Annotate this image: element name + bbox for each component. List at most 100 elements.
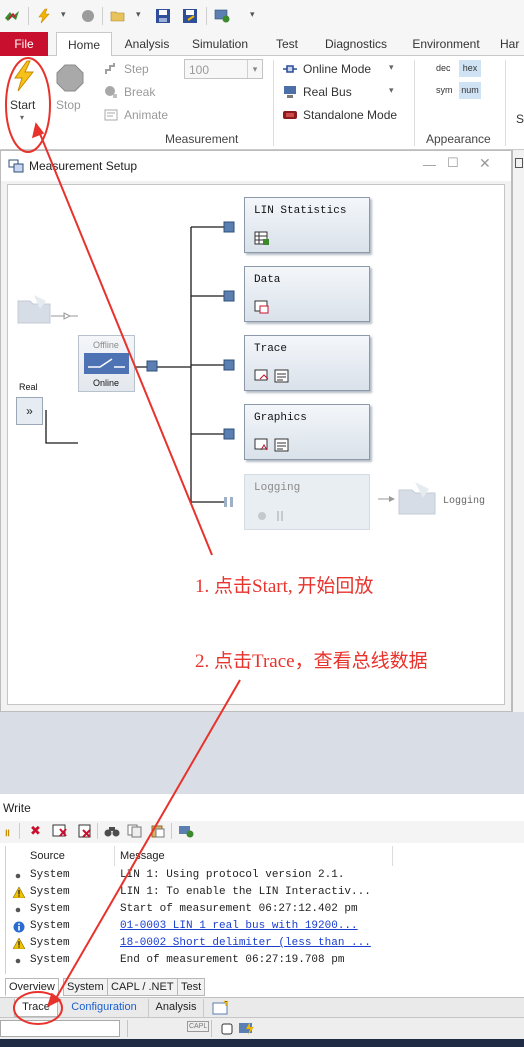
desktop-tab-configuration[interactable]: Configuration — [66, 999, 142, 1017]
tab-home[interactable]: Home — [56, 32, 112, 57]
column-header-message[interactable]: Message — [120, 850, 165, 862]
desktop-tab-trace[interactable]: Trace — [14, 999, 58, 1017]
row-source: System — [30, 920, 70, 932]
graphics-label: Graphics — [254, 412, 307, 424]
write-row[interactable]: System 18-0002 Short delimiter (less than… — [6, 936, 524, 953]
dropdown-arrow-icon[interactable]: ▾ — [136, 9, 141, 20]
real-bus-dropdown-icon[interactable]: ▾ — [389, 85, 394, 96]
write-tab-system[interactable]: System — [63, 978, 108, 996]
break-button[interactable]: Break — [124, 85, 155, 99]
status-separator — [211, 1020, 212, 1037]
data-window-icon — [254, 300, 269, 314]
trace-block[interactable]: Trace — [244, 335, 370, 391]
group-title-measurement: Measurement — [165, 132, 239, 146]
step-button[interactable]: Step — [124, 62, 149, 76]
stop-circle-icon[interactable] — [80, 8, 96, 24]
save-as-icon[interactable] — [182, 8, 198, 24]
close-icon[interactable]: ✕ — [479, 155, 491, 172]
write-message-grid: Source Message System LIN 1: Using protoc… — [5, 846, 524, 974]
configuration-monitor-icon[interactable] — [214, 8, 230, 24]
offline-source-folder-icon[interactable] — [16, 293, 52, 325]
hex-toggle[interactable]: hex — [459, 60, 481, 77]
clear-all-icon[interactable] — [77, 824, 93, 838]
tab-hardware[interactable]: Har — [500, 32, 524, 56]
row-message: End of measurement 06:27:19.708 pm — [120, 954, 345, 966]
bullet-icon — [13, 870, 25, 886]
standalone-mode-button[interactable]: Standalone Mode — [303, 108, 397, 122]
notepad-icon — [274, 369, 289, 383]
status-input-field[interactable] — [0, 1020, 120, 1037]
write-tab-test[interactable]: Test — [177, 978, 206, 996]
row-message-link[interactable]: 18-0002 Short delimiter (less than ... — [120, 937, 371, 949]
real-source-button[interactable]: » — [16, 397, 43, 425]
start-lightning-icon[interactable] — [36, 8, 52, 24]
column-divider[interactable] — [392, 846, 393, 866]
toolbar-separator — [102, 7, 103, 25]
warning-icon — [12, 886, 26, 902]
copy-icon[interactable] — [127, 824, 143, 838]
group-separator — [505, 60, 506, 146]
find-binoculars-icon[interactable] — [104, 824, 120, 838]
dec-toggle[interactable]: dec — [436, 63, 451, 73]
new-desktop-icon[interactable] — [212, 1000, 230, 1015]
open-folder-icon[interactable] — [110, 8, 126, 24]
real-bus-icon — [284, 86, 296, 98]
column-divider[interactable] — [114, 846, 115, 866]
stop-button[interactable]: Stop — [52, 58, 88, 124]
write-tab-overview[interactable]: Overview — [5, 978, 59, 996]
group-title-partial: S — [516, 112, 524, 126]
tab-file[interactable]: File — [0, 32, 48, 56]
num-toggle[interactable]: num — [459, 82, 481, 99]
measurement-setup-title: Measurement Setup — [29, 159, 138, 173]
write-config-icon[interactable] — [178, 824, 194, 838]
online-mode-dropdown-icon[interactable]: ▾ — [389, 62, 394, 73]
customize-toolbar-arrow-icon[interactable]: ▾ — [250, 9, 255, 20]
taskbar — [0, 1039, 524, 1047]
logging-block[interactable]: Logging — [244, 474, 370, 530]
write-row[interactable]: System Start of measurement 06:27:12.402 … — [6, 902, 524, 919]
logging-file-folder-icon[interactable] — [397, 480, 437, 516]
tab-environment[interactable]: Environment — [404, 32, 488, 56]
minimize-icon[interactable]: — — [423, 157, 436, 172]
paste-icon[interactable] — [150, 824, 166, 838]
animation-speed-combobox[interactable]: 100 ▾ — [184, 59, 263, 79]
record-pause-icon — [258, 511, 283, 521]
graphics-block[interactable]: Graphics — [244, 404, 370, 460]
status-separator — [127, 1020, 128, 1037]
clear-window-icon[interactable] — [52, 824, 68, 838]
lin-statistics-block[interactable]: LIN Statistics — [244, 197, 370, 253]
data-block[interactable]: Data — [244, 266, 370, 322]
write-row[interactable]: System 01-0003 LIN 1 real bus with 19200.… — [6, 919, 524, 936]
row-message-link[interactable]: 01-0003 LIN 1 real bus with 19200... — [120, 920, 358, 932]
tab-test[interactable]: Test — [266, 32, 308, 56]
desktop-tab-analysis[interactable]: Analysis — [148, 999, 204, 1017]
maximize-icon[interactable]: ☐ — [447, 155, 459, 171]
offline-online-switch[interactable]: Offline Online — [78, 335, 135, 392]
write-row[interactable]: System End of measurement 06:27:19.708 pm — [6, 953, 524, 970]
stop-label: Stop — [56, 98, 81, 112]
write-tab-capl-net[interactable]: CAPL / .NET — [107, 978, 178, 996]
speed-value: 100 — [189, 63, 210, 77]
clear-icon[interactable]: ✖ — [30, 823, 41, 839]
save-icon[interactable] — [155, 8, 171, 24]
toolbar-separator — [97, 823, 98, 839]
status-bar: CAPL — [0, 1017, 524, 1039]
measurement-setup-icon — [8, 159, 24, 173]
animate-button[interactable]: Animate — [124, 108, 168, 122]
dropdown-arrow-icon[interactable]: ▾ — [61, 9, 66, 20]
combobox-chevron-down-icon[interactable]: ▾ — [247, 60, 262, 78]
pause-icon[interactable]: ॥ — [4, 825, 10, 839]
write-row[interactable]: System LIN 1: Using protocol version 2.1. — [6, 868, 524, 885]
start-dropdown-icon[interactable]: ▾ — [20, 113, 24, 122]
start-button[interactable]: Start ▾ — [4, 58, 44, 124]
column-header-source[interactable]: Source — [30, 850, 65, 862]
tab-analysis[interactable]: Analysis — [118, 32, 176, 56]
sym-toggle[interactable]: sym — [436, 85, 453, 95]
tab-simulation[interactable]: Simulation — [184, 32, 256, 56]
bullet-icon — [13, 955, 25, 971]
online-mode-button[interactable]: Online Mode — [303, 62, 371, 76]
tab-diagnostics[interactable]: Diagnostics — [318, 32, 394, 56]
desktop-tab-strip: Trace Configuration Analysis — [0, 997, 524, 1017]
write-row[interactable]: System LIN 1: To enable the LIN Interacti… — [6, 885, 524, 902]
real-bus-button[interactable]: Real Bus — [303, 85, 352, 99]
